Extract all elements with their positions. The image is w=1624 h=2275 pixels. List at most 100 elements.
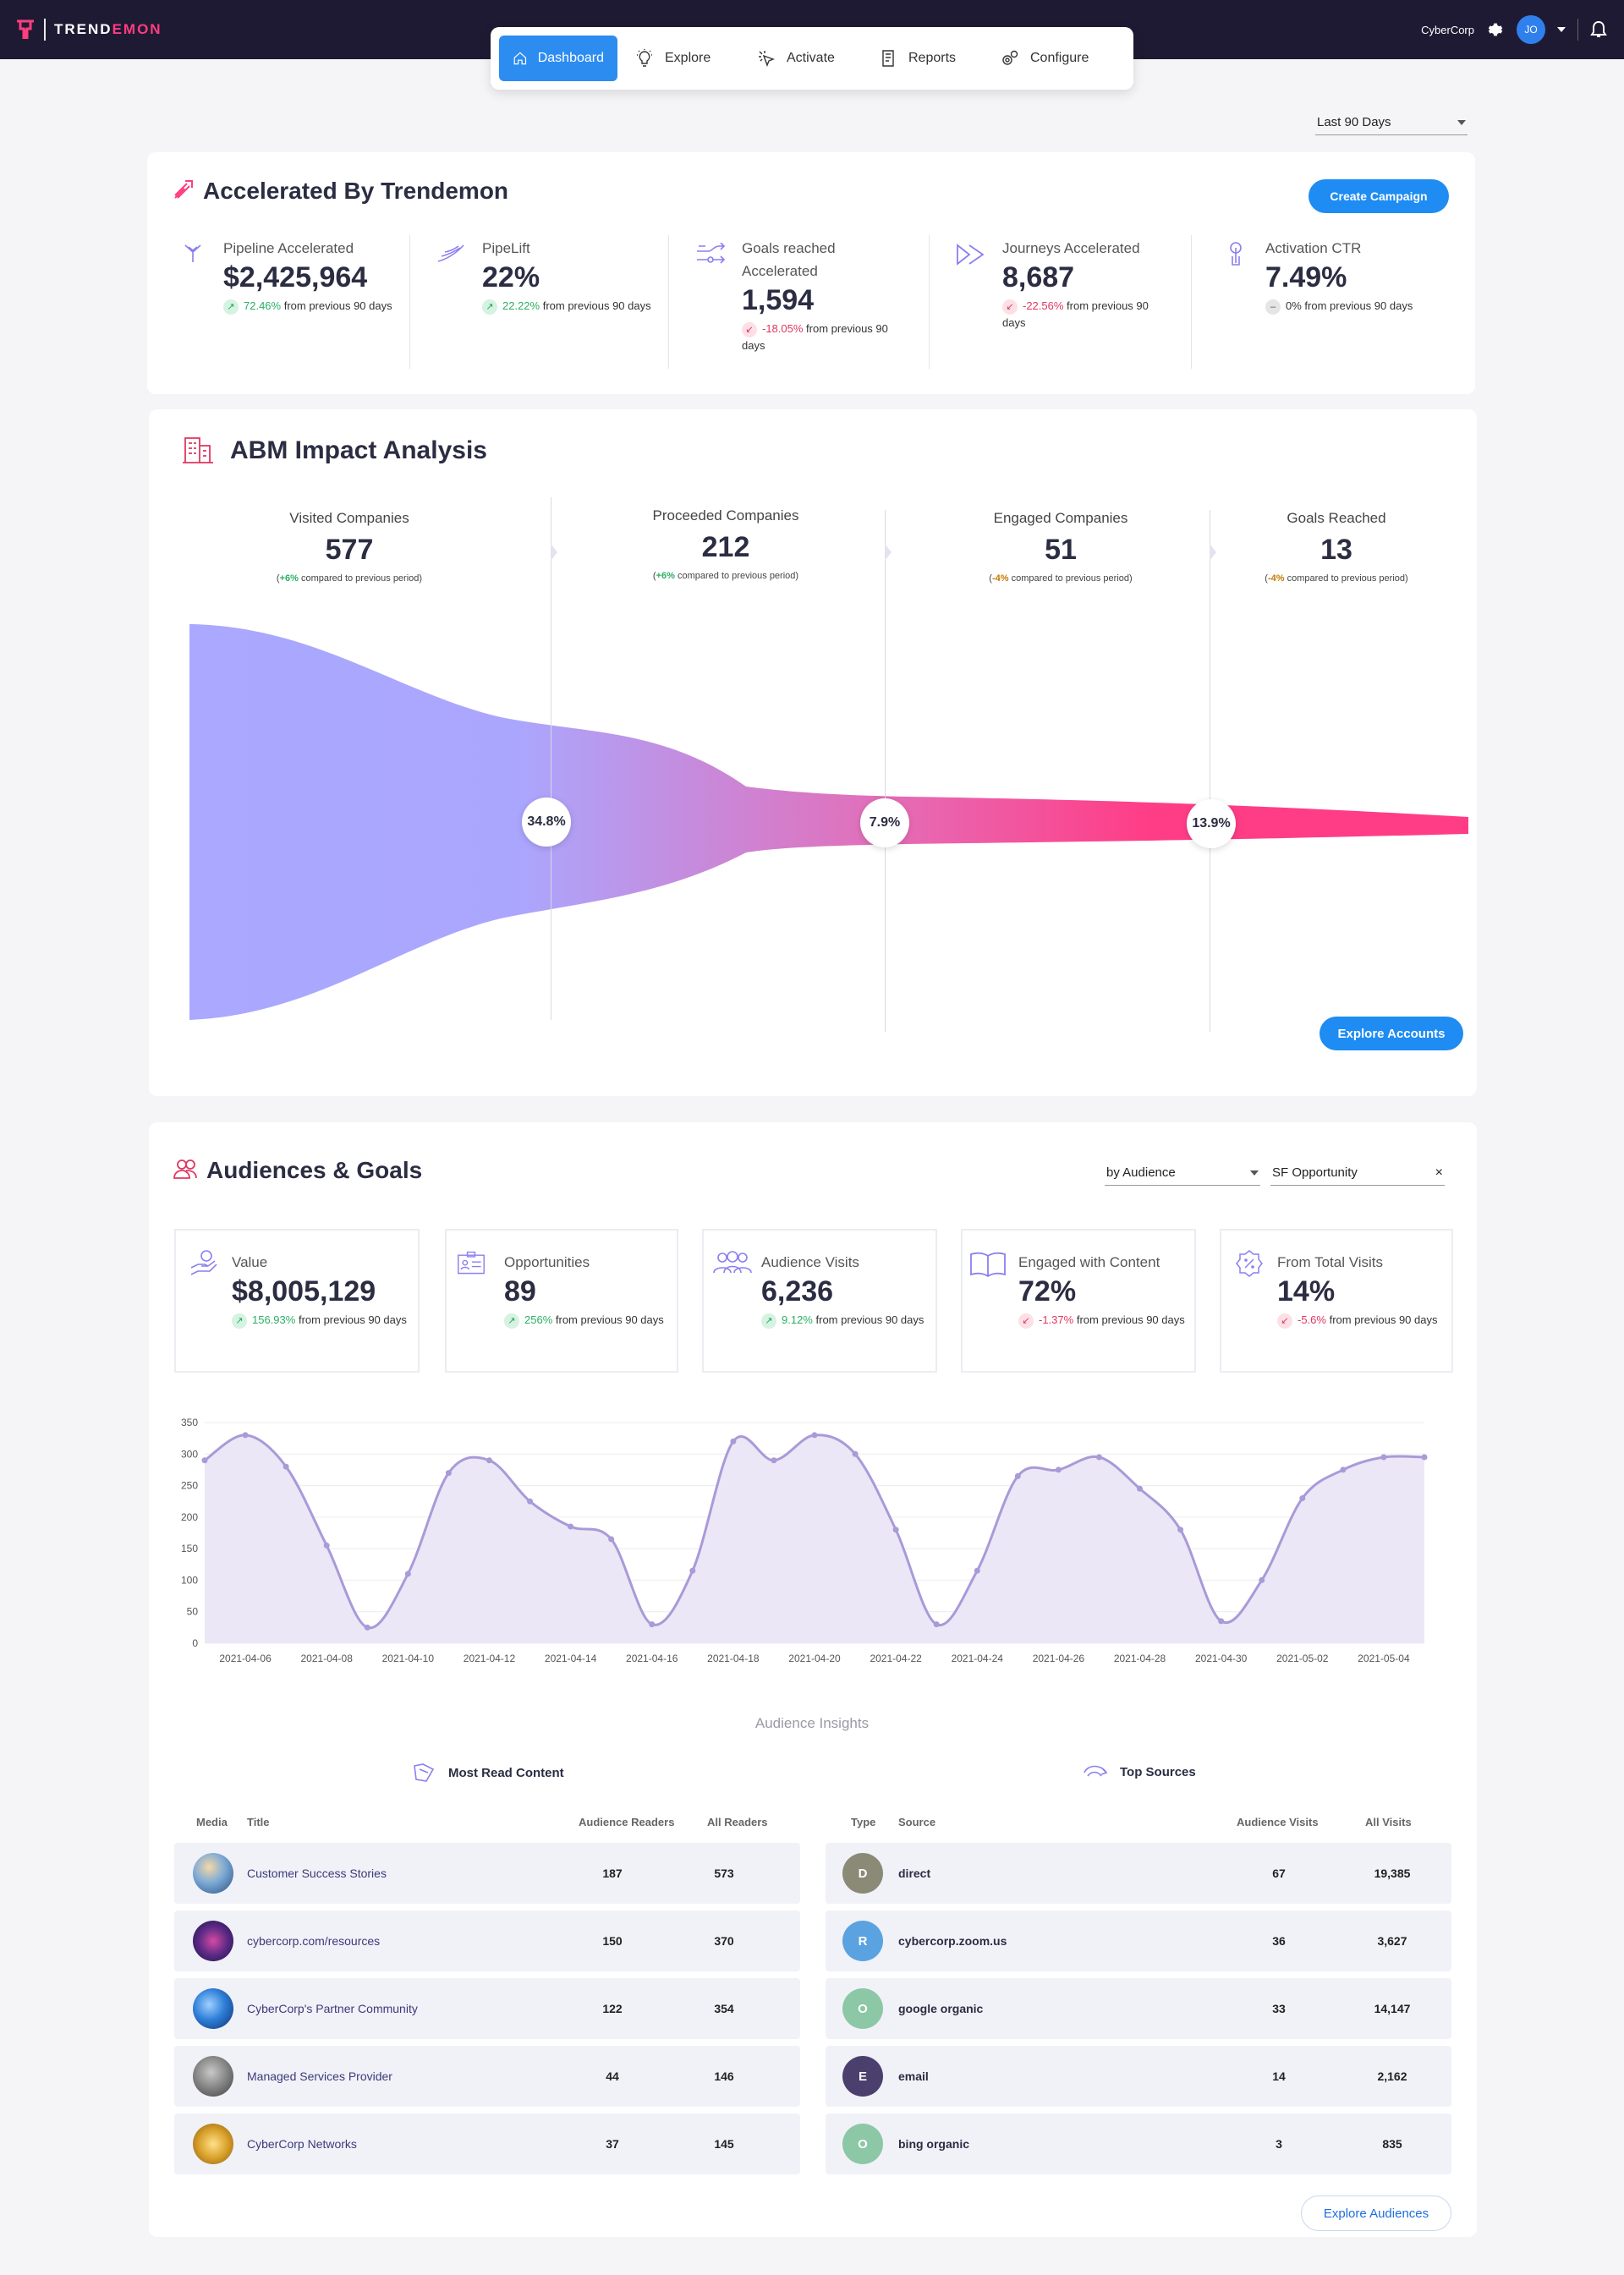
data-point[interactable] (933, 1621, 940, 1628)
kpi-change: ↗ 22.22% from previous 90 days (482, 298, 651, 315)
content-title[interactable]: Customer Success Stories (247, 1843, 387, 1904)
table-row[interactable]: D direct 67 19,385 (826, 1843, 1451, 1904)
data-point[interactable] (445, 1470, 452, 1477)
all-visits: 19,385 (1374, 1867, 1411, 1880)
kpi-change-suffix: from previous 90 days (1076, 1313, 1185, 1326)
data-point[interactable] (1137, 1485, 1144, 1492)
goal-path-icon (697, 243, 726, 264)
source-name[interactable]: email (898, 2046, 929, 2107)
data-point[interactable] (1421, 1454, 1428, 1461)
data-point[interactable] (1259, 1576, 1265, 1583)
data-point[interactable] (323, 1542, 330, 1549)
accelerated-title: Accelerated By Trendemon (203, 178, 509, 204)
type-cell: D (842, 1843, 883, 1904)
data-point[interactable] (811, 1432, 818, 1439)
data-point[interactable] (649, 1621, 656, 1628)
goal-filter-value: SF Opportunity (1272, 1165, 1358, 1180)
column-header-audience-readers: Audience Readers (579, 1816, 675, 1828)
data-point[interactable] (1055, 1466, 1062, 1473)
data-point[interactable] (1380, 1454, 1387, 1461)
content-title[interactable]: Managed Services Provider (247, 2046, 392, 2107)
table-row[interactable]: CyberCorp's Partner Community 122 354 (174, 1978, 800, 2039)
explore-audiences-button[interactable]: Explore Audiences (1301, 2196, 1451, 2231)
data-point[interactable] (608, 1536, 615, 1543)
content-title[interactable]: CyberCorp's Partner Community (247, 1978, 418, 2039)
table-row[interactable]: cybercorp.com/resources 150 370 (174, 1910, 800, 1971)
kpi-change-suffix: from previous 90 days (1304, 299, 1413, 312)
stage-delta: +6% (279, 573, 299, 584)
media-thumb-cell (193, 2046, 233, 2107)
table-row[interactable]: O google organic 33 14,147 (826, 1978, 1451, 2039)
data-point[interactable] (689, 1567, 696, 1574)
nav-explore[interactable]: Explore (621, 36, 739, 81)
table-row[interactable]: CyberCorp Networks 37 145 (174, 2113, 800, 2174)
chevron-down-icon[interactable] (1557, 27, 1566, 32)
explore-accounts-button[interactable]: Explore Accounts (1320, 1017, 1463, 1050)
audience-filter-select[interactable]: by Audience (1105, 1160, 1260, 1186)
gear-icon[interactable] (1486, 20, 1505, 39)
data-point[interactable] (730, 1438, 737, 1444)
x-tick-label: 2021-04-10 (382, 1653, 435, 1664)
rocket-icon (174, 180, 193, 199)
data-point[interactable] (568, 1523, 574, 1530)
create-campaign-button[interactable]: Create Campaign (1309, 179, 1449, 213)
date-range-select[interactable]: Last 90 Days (1315, 110, 1468, 135)
table-row[interactable]: E email 14 2,162 (826, 2046, 1451, 2107)
data-point[interactable] (892, 1527, 899, 1533)
data-point[interactable] (283, 1463, 289, 1470)
kpi-label: Activation CTR (1265, 240, 1362, 256)
data-point[interactable] (1340, 1466, 1347, 1473)
data-point[interactable] (974, 1567, 980, 1574)
data-point[interactable] (1177, 1527, 1184, 1533)
x-tick-label: 2021-04-08 (301, 1653, 354, 1664)
data-point[interactable] (201, 1457, 208, 1464)
table-row[interactable]: Customer Success Stories 187 573 (174, 1843, 800, 1904)
brand-logo[interactable]: TRENDEMON (15, 17, 162, 42)
data-point[interactable] (486, 1457, 492, 1464)
all-visits: 835 (1382, 2137, 1402, 2151)
data-point[interactable] (364, 1624, 370, 1631)
data-point[interactable] (1218, 1618, 1225, 1625)
stage-divider (885, 510, 886, 1032)
data-point[interactable] (1299, 1494, 1306, 1501)
conversion-rate-2: 7.9% (860, 798, 909, 847)
header-divider (1577, 19, 1578, 41)
content-title[interactable]: CyberCorp Networks (247, 2113, 357, 2174)
kpi-change: ↙ -5.6% from previous 90 days (1277, 1312, 1446, 1329)
kpi-value: 89 (504, 1275, 536, 1307)
data-point[interactable] (852, 1450, 859, 1457)
table-row[interactable]: R cybercorp.zoom.us 36 3,627 (826, 1910, 1451, 1971)
trend-up-icon: ↗ (761, 1313, 776, 1329)
clear-icon[interactable]: × (1435, 1165, 1443, 1181)
nav-reports[interactable]: Reports (864, 36, 983, 81)
nav-configure[interactable]: Configure (986, 36, 1113, 81)
data-point[interactable] (527, 1498, 534, 1505)
media-thumbnail (193, 2124, 233, 2164)
table-row[interactable]: O bing organic 3 835 (826, 2113, 1451, 2174)
nav-dashboard[interactable]: Dashboard (499, 36, 617, 81)
avatar[interactable]: JO (1517, 15, 1545, 44)
source-name[interactable]: bing organic (898, 2113, 969, 2174)
nav-dashboard-label: Dashboard (537, 51, 604, 65)
source-name[interactable]: google organic (898, 1978, 983, 2039)
table-row[interactable]: Managed Services Provider 44 146 (174, 2046, 800, 2107)
source-name[interactable]: cybercorp.zoom.us (898, 1910, 1007, 1971)
stage-note-text: compared to previous period (677, 571, 796, 581)
source-name[interactable]: direct (898, 1843, 930, 1904)
fast-forward-icon (957, 244, 985, 266)
goal-filter-select[interactable]: SF Opportunity × (1270, 1160, 1445, 1186)
y-tick-label: 200 (181, 1511, 198, 1523)
data-point[interactable] (771, 1457, 777, 1464)
data-point[interactable] (1014, 1472, 1021, 1479)
nav-activate[interactable]: Activate (743, 36, 861, 81)
data-point[interactable] (1095, 1454, 1102, 1461)
content-title[interactable]: cybercorp.com/resources (247, 1910, 380, 1971)
stage-arrow-icon (551, 544, 557, 561)
nav-activate-label: Activate (787, 51, 835, 65)
source-type-badge: O (842, 1988, 883, 2029)
stage-note: (-4% compared to previous period) (989, 573, 1133, 584)
kpi-value: 22% (482, 261, 540, 293)
data-point[interactable] (404, 1571, 411, 1577)
data-point[interactable] (242, 1432, 249, 1439)
bell-icon[interactable] (1590, 20, 1607, 39)
